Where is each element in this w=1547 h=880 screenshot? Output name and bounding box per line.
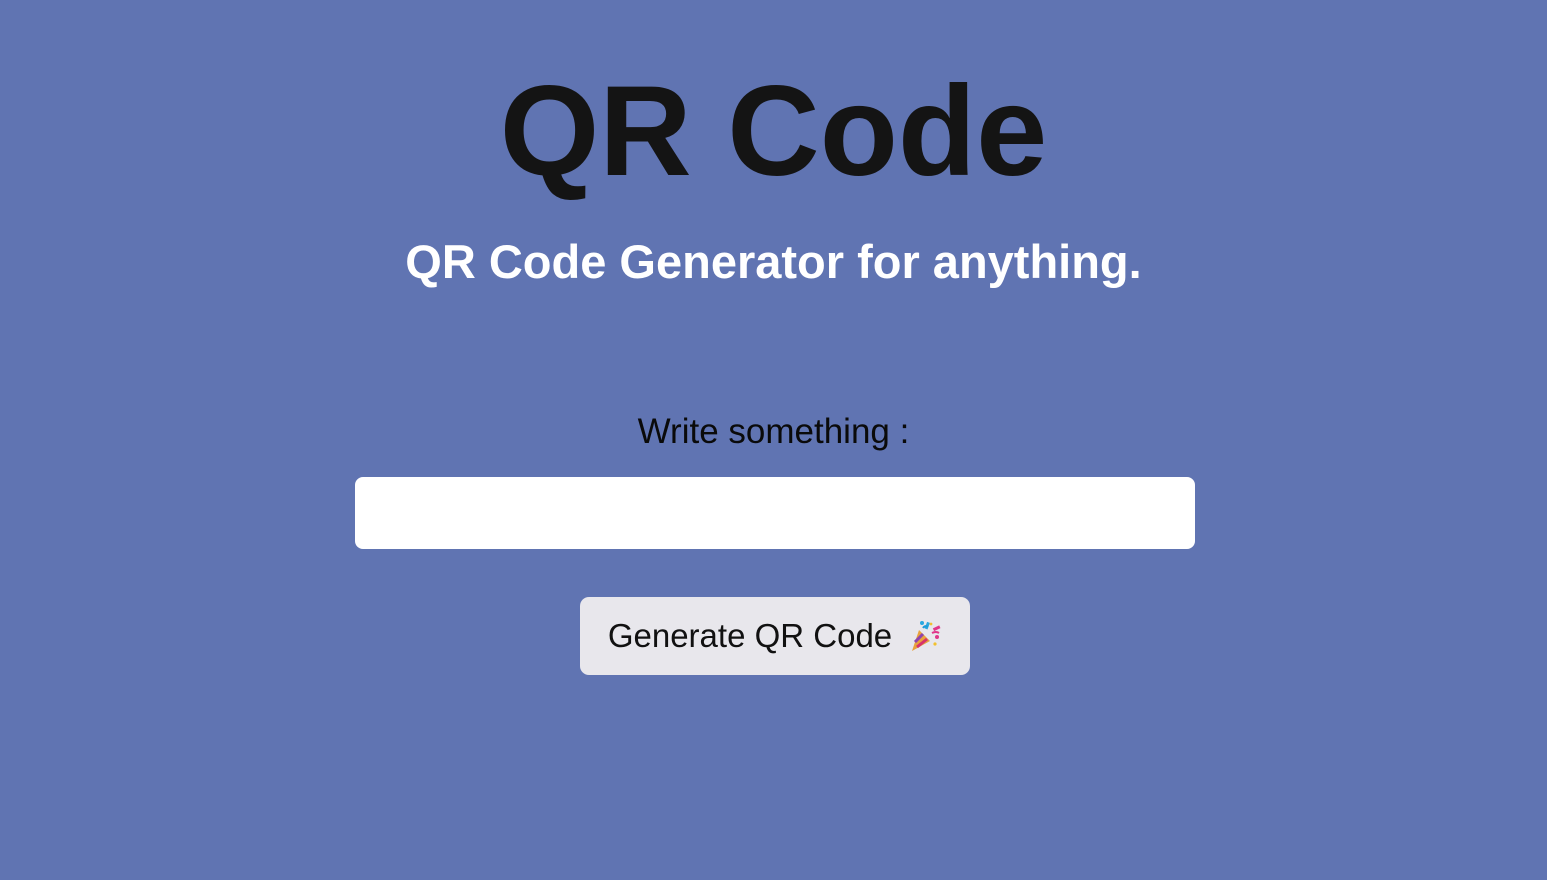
page-subtitle: QR Code Generator for anything.	[405, 235, 1142, 288]
page-title: QR Code	[499, 60, 1048, 203]
input-label: Write something :	[637, 412, 910, 451]
page: QR Code QR Code Generator for anything. …	[0, 0, 1547, 880]
generate-qr-button[interactable]: Generate QR Code	[580, 597, 970, 675]
party-popper-icon	[906, 618, 942, 654]
qr-text-input[interactable]	[355, 477, 1195, 549]
generate-button-label: Generate QR Code	[607, 617, 893, 654]
